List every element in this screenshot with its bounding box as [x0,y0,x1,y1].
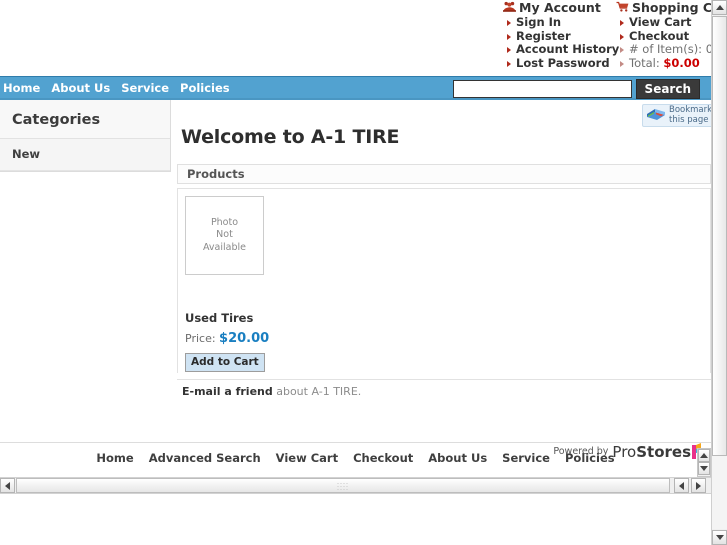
link-account-history[interactable]: Account History [503,42,619,57]
inner-scroll-down-button[interactable] [698,462,710,475]
search-button[interactable]: Search [635,79,700,99]
arrow-right-icon [696,481,701,490]
price-label: Price: [185,332,216,345]
footer-view-cart[interactable]: View Cart [276,451,338,465]
prostores-pro: Pro [612,443,637,461]
products-section-header: Products [177,164,711,184]
cart-item-count: # of Item(s): 0 [616,42,711,57]
categories-box: Categories New [0,100,171,172]
sidebar: Categories New [0,100,171,172]
shopping-cart-title: Shopping Cart [632,0,711,15]
scroll-right-button-a[interactable] [674,478,689,493]
footer-checkout[interactable]: Checkout [353,451,413,465]
vertical-scrollbar[interactable] [711,0,727,545]
footer-about-us[interactable]: About Us [428,451,487,465]
bookmark-book-icon [646,106,666,126]
search-input[interactable] [452,80,632,98]
my-account-column: My Account Sign In Register Account Hist… [503,0,619,71]
photo-not-available-text: Photo Not Available [202,216,246,253]
nav-policies[interactable]: Policies [180,81,230,95]
cart-total: Total: $0.00 [616,55,711,71]
link-lost-password[interactable]: Lost Password [503,56,610,71]
product-card: Photo Not Available Used Tires Price: $2… [185,196,269,372]
checkout-link[interactable]: Checkout [629,29,689,43]
sidebar-item-new[interactable]: New [0,139,170,171]
main-navigation-bar: Home About Us Service Policies Search [0,76,711,100]
page-title: Welcome to A-1 TIRE [181,126,400,148]
search-area: Search [452,79,700,99]
nav-links: Home About Us Service Policies [0,81,230,95]
shopping-cart-column: Shopping Cart View Cart Checkout # of It… [616,0,711,70]
vertical-scroll-track[interactable] [712,16,727,529]
nav-about-us[interactable]: About Us [51,81,110,95]
nav-service[interactable]: Service [121,81,169,95]
my-account-heading: My Account [503,0,608,15]
link-view-cart[interactable]: View Cart [616,15,711,30]
main-content: Bookmark this page Welcome to A-1 TIRE P… [171,100,711,404]
users-icon [503,0,516,15]
horizontal-scroll-track[interactable] [16,478,670,493]
my-account-links: Sign In Register Account History Lost Pa… [503,15,619,71]
scroll-right-button-b[interactable] [691,478,706,493]
link-sign-in[interactable]: Sign In [503,15,608,30]
lost-password-link[interactable]: Lost Password [516,56,610,70]
categories-list: New [0,139,170,171]
powered-by-prostores: Powered by ProStores [553,443,705,460]
item-count-label: # of Item(s): [629,42,703,57]
top-utility-strip: My Account Sign In Register Account Hist… [0,0,711,76]
vertical-scroll-thumb[interactable] [712,16,727,456]
view-cart-link[interactable]: View Cart [629,15,691,29]
price-value: $20.00 [219,331,270,346]
arrow-up-icon [715,5,724,10]
sign-in-link[interactable]: Sign In [516,15,561,29]
browser-viewport: My Account Sign In Register Account Hist… [0,0,727,545]
product-name[interactable]: Used Tires [185,311,269,325]
shopping-cart-links: View Cart Checkout # of Item(s): 0 Total… [616,15,711,71]
arrow-left-icon-2 [679,481,684,490]
footer-service[interactable]: Service [502,451,550,465]
product-image-placeholder[interactable]: Photo Not Available [185,196,264,275]
powered-by-text: Powered by [553,446,609,457]
register-link[interactable]: Register [516,29,571,43]
email-a-friend-line: E-mail a friend about A-1 TIRE. [177,379,711,404]
prostores-stores: Stores [636,443,691,461]
body-area: Categories New Bookmark this page Welcom… [0,100,711,472]
products-panel: Photo Not Available Used Tires Price: $2… [177,188,711,373]
product-price: Price: $20.00 [185,331,269,346]
arrow-up-icon-inner [700,453,708,458]
shopping-cart-heading: Shopping Cart [616,0,711,15]
horizontal-scrollbar[interactable] [0,477,711,494]
link-register[interactable]: Register [503,29,608,44]
arrow-down-icon-inner [700,466,708,471]
link-checkout[interactable]: Checkout [616,29,711,44]
sidebar-item-label[interactable]: New [12,147,40,161]
account-history-link[interactable]: Account History [516,42,619,56]
utility-columns: My Account Sign In Register Account Hist… [503,0,711,70]
total-value: $0.00 [663,55,700,70]
bookmark-this-page-widget[interactable]: Bookmark this page [642,104,711,127]
scroll-grip-icon [336,481,350,490]
arrow-down-icon [715,535,724,540]
horizontal-scroll-thumb[interactable] [16,478,670,493]
my-account-title: My Account [519,0,601,15]
page-content: My Account Sign In Register Account Hist… [0,0,711,474]
prostores-logo: ProStores [612,443,705,460]
inner-vertical-scrollbar[interactable] [697,448,711,477]
email-a-friend-rest: about A-1 TIRE. [272,385,362,398]
email-a-friend-link[interactable]: E-mail a friend [182,385,273,398]
cart-icon [616,0,629,15]
footer-advanced-search[interactable]: Advanced Search [149,451,261,465]
footer-home[interactable]: Home [96,451,133,465]
bookmark-label: Bookmark this page [669,105,711,125]
arrow-left-icon [5,481,10,490]
nav-home[interactable]: Home [3,81,40,95]
categories-title: Categories [0,100,170,139]
scroll-down-button[interactable] [712,530,727,545]
bottom-blank-area [0,494,711,545]
scroll-left-button[interactable] [0,478,15,493]
scroll-up-button[interactable] [712,0,727,15]
add-to-cart-button[interactable]: Add to Cart [185,353,265,372]
inner-scroll-up-button[interactable] [698,449,710,462]
total-label: Total: [629,55,660,70]
